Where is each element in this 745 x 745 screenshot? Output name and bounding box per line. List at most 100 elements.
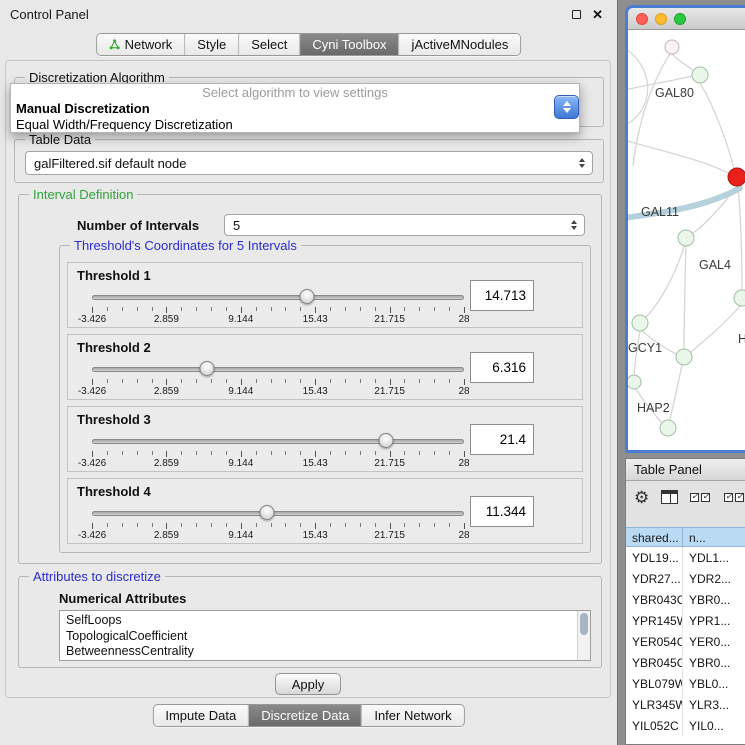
table-cell[interactable]: YDL19... [626,547,683,568]
table-cell[interactable]: YBR0... [683,652,745,673]
network-edge[interactable] [738,186,742,290]
network-edge[interactable] [684,246,686,349]
table-cell[interactable]: YDR27... [626,568,683,589]
network-node[interactable] [665,40,679,54]
slider-thumb[interactable] [200,361,215,376]
network-node[interactable] [728,168,745,186]
slider-tick [390,451,391,457]
table-cell[interactable]: YIL052C [626,715,683,736]
attribute-list-item[interactable]: SelfLoops [66,613,590,629]
slider-tick [181,523,182,527]
attribute-list-item[interactable]: TopologicalCoefficient [66,629,590,645]
close-traffic-light-icon[interactable] [636,13,648,25]
network-edge[interactable] [628,140,728,173]
table-data-combobox[interactable]: galFiltered.sif default node [25,151,593,175]
scrollbar-thumb[interactable] [580,613,588,635]
table-row[interactable]: YBR045CYBR0... [626,652,745,673]
threshold-1-value-field[interactable]: 14.713 [470,280,534,311]
table-cell[interactable]: YDL1... [683,547,745,568]
apply-button[interactable]: Apply [275,673,341,695]
network-node[interactable] [660,420,676,436]
table-cell[interactable]: YER054C [626,631,683,652]
threshold-4-value-field[interactable]: 11.344 [470,496,534,527]
dropdown-item-equal-width-frequency[interactable]: Equal Width/Frequency Discretization [11,117,579,133]
minimize-traffic-light-icon[interactable] [655,13,667,25]
tab-discretize-data[interactable]: Discretize Data [248,705,361,726]
network-node[interactable] [734,290,745,306]
algorithm-combobox-stepper[interactable] [554,95,579,119]
tab-cyni-toolbox[interactable]: Cyni Toolbox [299,34,398,55]
slider-thumb[interactable] [378,433,393,448]
numerical-attributes-list[interactable]: SelfLoopsTopologicalCoefficientBetweenne… [59,610,591,661]
threshold-2-value-field[interactable]: 6.316 [470,352,534,383]
slider-thumb[interactable] [259,505,274,520]
table-row[interactable]: YIL052CYIL0... [626,715,745,736]
slider-tick [449,451,450,455]
table-row[interactable]: YLR345WYLR3... [626,694,745,715]
table-cell[interactable]: YIL0... [683,715,745,736]
network-edge[interactable] [672,54,695,71]
slider-thumb[interactable] [299,289,314,304]
table-row[interactable]: YBR043CYBR0... [626,589,745,610]
float-window-icon[interactable] [572,10,581,19]
table-cell[interactable]: YPR1... [683,610,745,631]
network-node[interactable] [692,67,708,83]
control-panel-titlebar: Control Panel ✕ [0,0,617,28]
table-cell[interactable]: YBL079W [626,673,683,694]
threshold-3-slider[interactable]: -3.4262.8599.14415.4321.71528 [92,432,464,470]
column-header-shared-name[interactable]: shared... [626,527,683,547]
slider-tick [285,451,286,455]
table-cell[interactable]: YPR145W [626,610,683,631]
table-cell[interactable]: YBR045C [626,652,683,673]
tab-infer-network[interactable]: Infer Network [361,705,463,726]
slider-tick [196,451,197,455]
tab-jactivemnodules[interactable]: jActiveMNodules [399,34,521,55]
threshold-2-slider[interactable]: -3.4262.8599.14415.4321.71528 [92,360,464,398]
tab-style[interactable]: Style [184,34,238,55]
control-panel-tab-bar: Network Style Select Cyni Toolbox jActiv… [96,33,522,56]
tab-impute-data[interactable]: Impute Data [153,705,248,726]
network-node[interactable] [678,230,694,246]
number-of-intervals-combobox[interactable]: 5 [224,214,585,236]
slider-tick [107,379,108,383]
tab-network[interactable]: Network [97,34,185,55]
table-cell[interactable]: YDR2... [683,568,745,589]
threshold-4-slider[interactable]: -3.4262.8599.14415.4321.71528 [92,504,464,542]
table-cell[interactable]: YBR0... [683,589,745,610]
table-cell[interactable]: YLR345W [626,694,683,715]
table-row[interactable]: YPR145WYPR1... [626,610,745,631]
table-row[interactable]: YBL079WYBL0... [626,673,745,694]
slider-scale-label: 21.715 [374,386,405,397]
select-all-checkboxes-icon[interactable] [690,493,712,502]
zoom-traffic-light-icon[interactable] [674,13,686,25]
tab-select[interactable]: Select [238,34,299,55]
attribute-list-item[interactable]: BetweennessCentrality [66,644,590,660]
table-row[interactable]: YDL19...YDL1... [626,547,745,568]
network-edge[interactable] [633,54,670,165]
deselect-checkboxes-icon[interactable] [724,493,745,502]
network-edge[interactable] [646,246,684,317]
threshold-3-value-field[interactable]: 21.4 [470,424,534,455]
columns-icon[interactable] [661,490,678,504]
table-row[interactable]: YDR27...YDR2... [626,568,745,589]
table-cell[interactable]: YLR3... [683,694,745,715]
network-node[interactable] [632,315,648,331]
gear-icon[interactable]: ⚙ [634,489,649,506]
network-edge[interactable] [700,83,734,169]
close-window-icon[interactable]: ✕ [592,8,603,21]
network-edge[interactable] [670,365,682,420]
table-row[interactable]: YER054CYER0... [626,631,745,652]
network-node[interactable] [676,349,692,365]
network-canvas[interactable]: GAL80GAL11GAL4GCY1HAP2H [628,30,745,450]
table-cell[interactable]: YER0... [683,631,745,652]
table-cell[interactable]: YBR043C [626,589,683,610]
threshold-1-slider[interactable]: -3.4262.8599.14415.4321.71528 [92,288,464,326]
table-cell[interactable]: YBL0... [683,673,745,694]
slider-tick [137,451,138,455]
column-header-name[interactable]: n... [683,527,745,547]
attributes-list-scrollbar[interactable] [577,611,590,660]
network-node[interactable] [628,375,641,389]
slider-scale-label: 28 [458,386,469,397]
dropdown-item-manual-discretization[interactable]: Manual Discretization [11,101,579,117]
network-edge[interactable] [691,306,740,352]
